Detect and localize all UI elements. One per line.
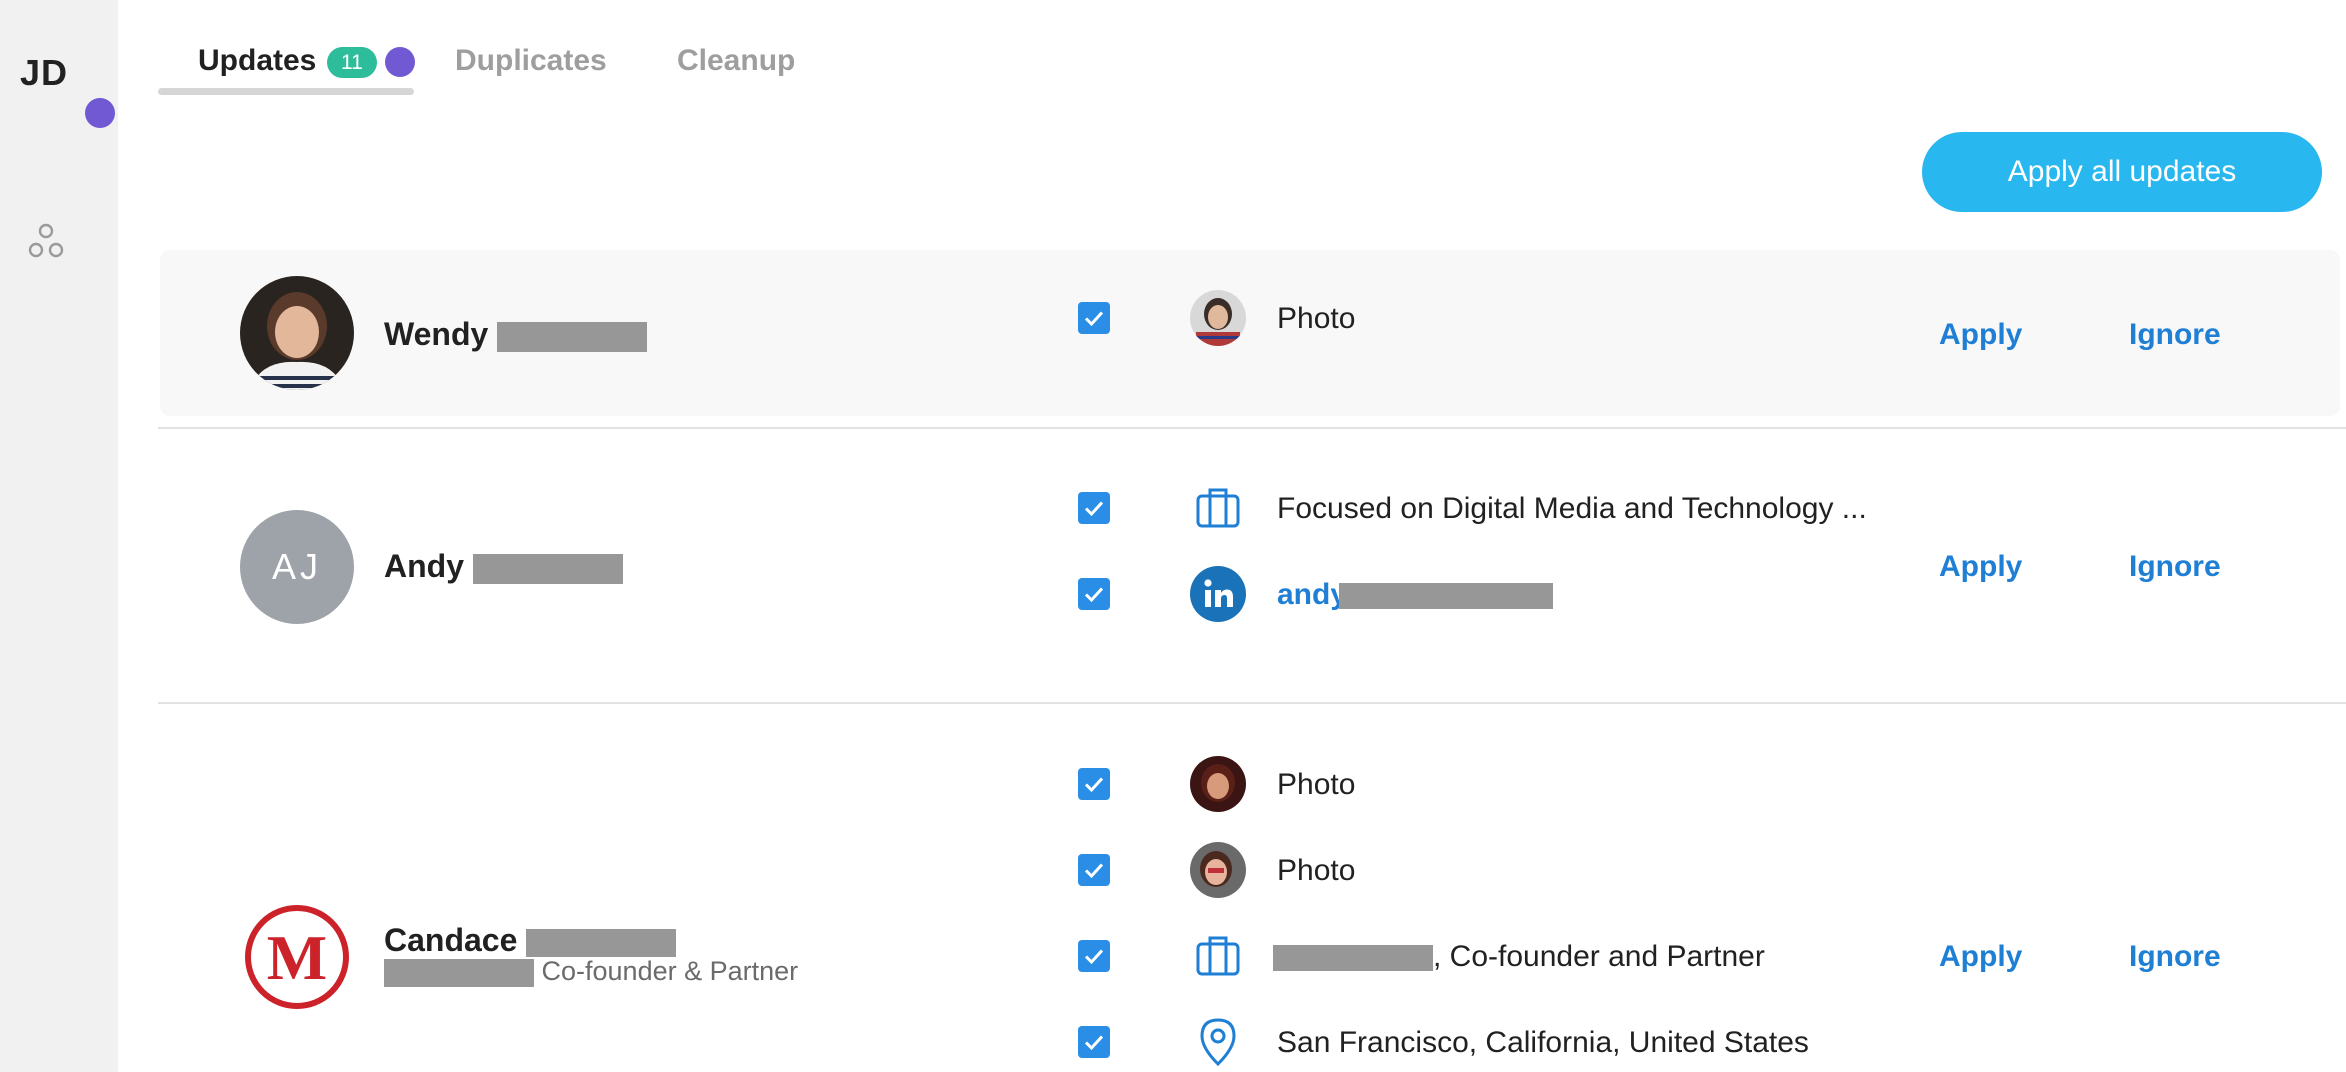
- contact-name[interactable]: Wendy: [384, 316, 648, 353]
- avatar: M: [240, 900, 354, 1014]
- update-checkbox[interactable]: [1078, 578, 1110, 610]
- first-name: Wendy: [384, 316, 489, 352]
- update-checkbox[interactable]: [1078, 302, 1110, 334]
- update-checkbox[interactable]: [1078, 492, 1110, 524]
- apply-button[interactable]: Apply: [1939, 318, 2022, 352]
- job-title-text: Co-founder & Partner: [541, 956, 799, 986]
- update-checkbox[interactable]: [1078, 854, 1110, 886]
- photo-thumbnail-icon: [1190, 756, 1246, 812]
- first-name: Andy: [384, 548, 464, 584]
- update-field-text: Photo: [1277, 854, 1356, 887]
- update-field-text: Photo: [1277, 302, 1356, 335]
- wendy-photo-icon: [240, 276, 354, 390]
- user-avatar[interactable]: JD: [20, 52, 68, 94]
- updates-count-badge: 11: [327, 47, 377, 78]
- tab-updates[interactable]: Updates: [198, 44, 316, 78]
- redacted-text: [472, 553, 623, 584]
- linkedin-handle[interactable]: andy: [1277, 578, 1347, 611]
- briefcase-icon: [1190, 480, 1246, 536]
- ignore-button[interactable]: Ignore: [2129, 318, 2221, 352]
- notification-dot: [85, 98, 115, 128]
- briefcase-icon: [1190, 928, 1246, 984]
- company-logo-m-icon: M: [240, 900, 354, 1014]
- location-pin-icon: [1190, 1014, 1246, 1070]
- apply-button[interactable]: Apply: [1939, 940, 2022, 974]
- contact-job-title: Co-founder & Partner: [384, 956, 798, 987]
- redacted-text: [1273, 945, 1433, 972]
- tab-cleanup[interactable]: Cleanup: [677, 44, 795, 78]
- redacted-text: [1339, 583, 1554, 610]
- redacted-text: [497, 321, 648, 352]
- contact-name[interactable]: Candace: [384, 922, 677, 959]
- photo-thumbnail-icon: [1190, 842, 1246, 898]
- first-name: Candace: [384, 922, 518, 958]
- contact-name[interactable]: Andy: [384, 548, 623, 585]
- svg-text:M: M: [267, 922, 327, 993]
- linkedin-profile-link[interactable]: andy: [1277, 578, 1554, 612]
- apply-all-updates-button[interactable]: Apply all updates: [1922, 132, 2322, 212]
- active-tab-indicator: [158, 88, 414, 95]
- avatar-initials: AJ: [271, 546, 322, 587]
- sidebar: JD: [0, 0, 118, 1072]
- ignore-button[interactable]: Ignore: [2129, 940, 2221, 974]
- redacted-text: [526, 928, 677, 957]
- contacts-cluster-icon[interactable]: [26, 222, 66, 262]
- job-title-text: , Co-founder and Partner: [1433, 940, 1765, 973]
- row-divider: [158, 702, 2346, 704]
- update-field-text: , Co-founder and Partner: [1273, 940, 1765, 974]
- update-checkbox[interactable]: [1078, 768, 1110, 800]
- tab-duplicates[interactable]: Duplicates: [455, 44, 607, 78]
- update-checkbox[interactable]: [1078, 940, 1110, 972]
- linkedin-icon: [1190, 566, 1246, 622]
- update-field-text: San Francisco, California, United States: [1277, 1026, 1809, 1059]
- avatar: AJ: [240, 510, 354, 624]
- apply-button[interactable]: Apply: [1939, 550, 2022, 584]
- redacted-text: [384, 958, 534, 987]
- update-field-text: Focused on Digital Media and Technology …: [1277, 492, 1867, 525]
- photo-thumbnail-icon: [1190, 290, 1246, 346]
- update-field-text: Photo: [1277, 768, 1356, 801]
- tab-notification-dot: [385, 47, 415, 77]
- avatar: [240, 276, 354, 390]
- row-divider: [158, 427, 2346, 429]
- update-checkbox[interactable]: [1078, 1026, 1110, 1058]
- ignore-button[interactable]: Ignore: [2129, 550, 2221, 584]
